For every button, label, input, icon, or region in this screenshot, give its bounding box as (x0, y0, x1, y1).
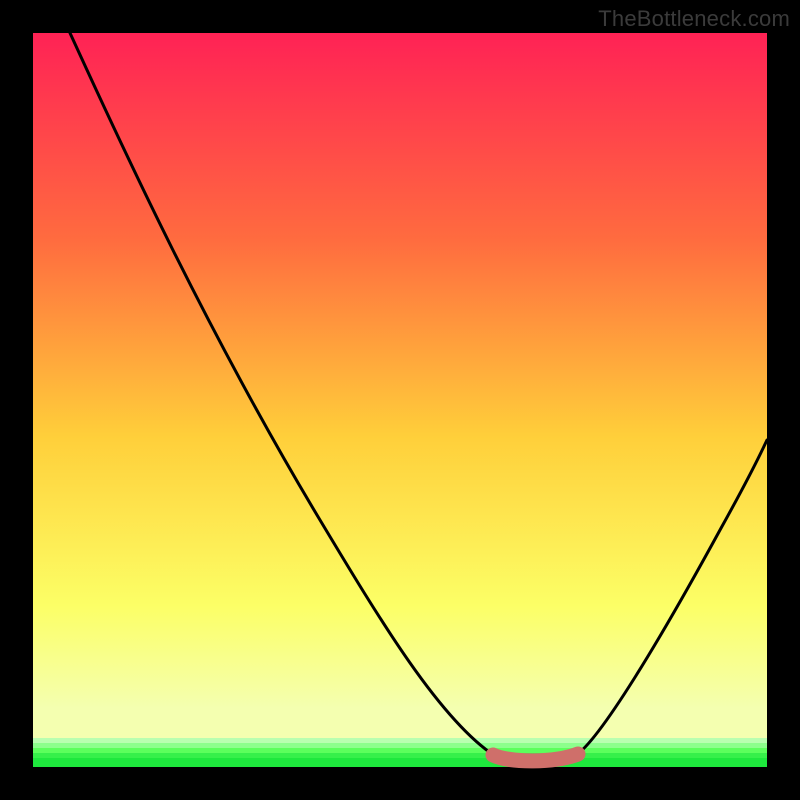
optimal-band-marker (493, 754, 578, 761)
green-band (33, 738, 767, 767)
chart-svg (0, 0, 800, 800)
chart-stage: TheBottleneck.com (0, 0, 800, 800)
watermark-text: TheBottleneck.com (598, 6, 790, 32)
plot-area (33, 33, 767, 767)
